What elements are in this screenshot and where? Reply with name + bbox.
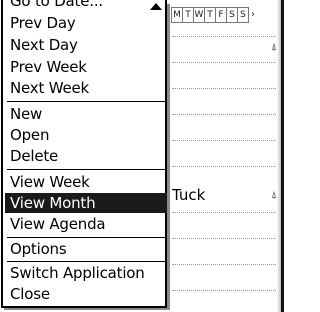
time-slot-divider xyxy=(172,166,284,167)
menu-item-next-week[interactable]: Next Week xyxy=(10,78,166,98)
menu-item-view-agenda[interactable]: View Agenda xyxy=(10,214,166,234)
weekday-selector[interactable]: M T W T F S S › xyxy=(171,7,255,23)
time-slot-divider xyxy=(172,88,284,89)
menu-item-new[interactable]: New xyxy=(10,104,166,124)
menu-item-view-week[interactable]: View Week xyxy=(10,172,166,192)
context-menu: Go to Date... Prev Day Next Day Prev Wee… xyxy=(1,0,167,308)
weekday-cell[interactable]: S xyxy=(237,7,249,23)
time-slot-divider xyxy=(172,114,284,115)
next-week-arrow-icon[interactable]: › xyxy=(251,7,255,23)
time-slot-divider xyxy=(172,36,284,37)
menu-shadow xyxy=(167,4,170,310)
menu-item-delete[interactable]: Delete xyxy=(10,146,166,166)
menu-item-prev-week[interactable]: Prev Week xyxy=(10,57,166,77)
scroll-up-arrow-icon[interactable] xyxy=(150,3,162,10)
menu-item-go-to-date[interactable]: Go to Date... xyxy=(10,0,166,11)
event-title[interactable]: Tuck xyxy=(172,186,205,204)
time-slot-divider xyxy=(172,290,284,291)
menu-item-switch-application[interactable]: Switch Application xyxy=(10,263,166,283)
screen-edge xyxy=(281,0,284,312)
time-slot-divider xyxy=(172,140,284,141)
menu-item-prev-day[interactable]: Prev Day xyxy=(10,13,166,33)
menu-separator xyxy=(7,261,167,262)
menu-item-open[interactable]: Open xyxy=(10,125,166,145)
time-slot-divider xyxy=(172,62,284,63)
time-slot-divider xyxy=(172,238,284,239)
menu-item-view-month[interactable]: View Month xyxy=(5,193,167,213)
menu-item-next-day[interactable]: Next Day xyxy=(10,35,166,55)
menu-separator xyxy=(7,101,167,102)
menu-separator xyxy=(7,237,167,238)
menu-item-close[interactable]: Close xyxy=(10,284,166,304)
time-slot-divider xyxy=(172,212,284,213)
time-slot-divider xyxy=(172,264,284,265)
menu-item-options[interactable]: Options xyxy=(10,239,166,259)
menu-separator xyxy=(7,169,167,170)
